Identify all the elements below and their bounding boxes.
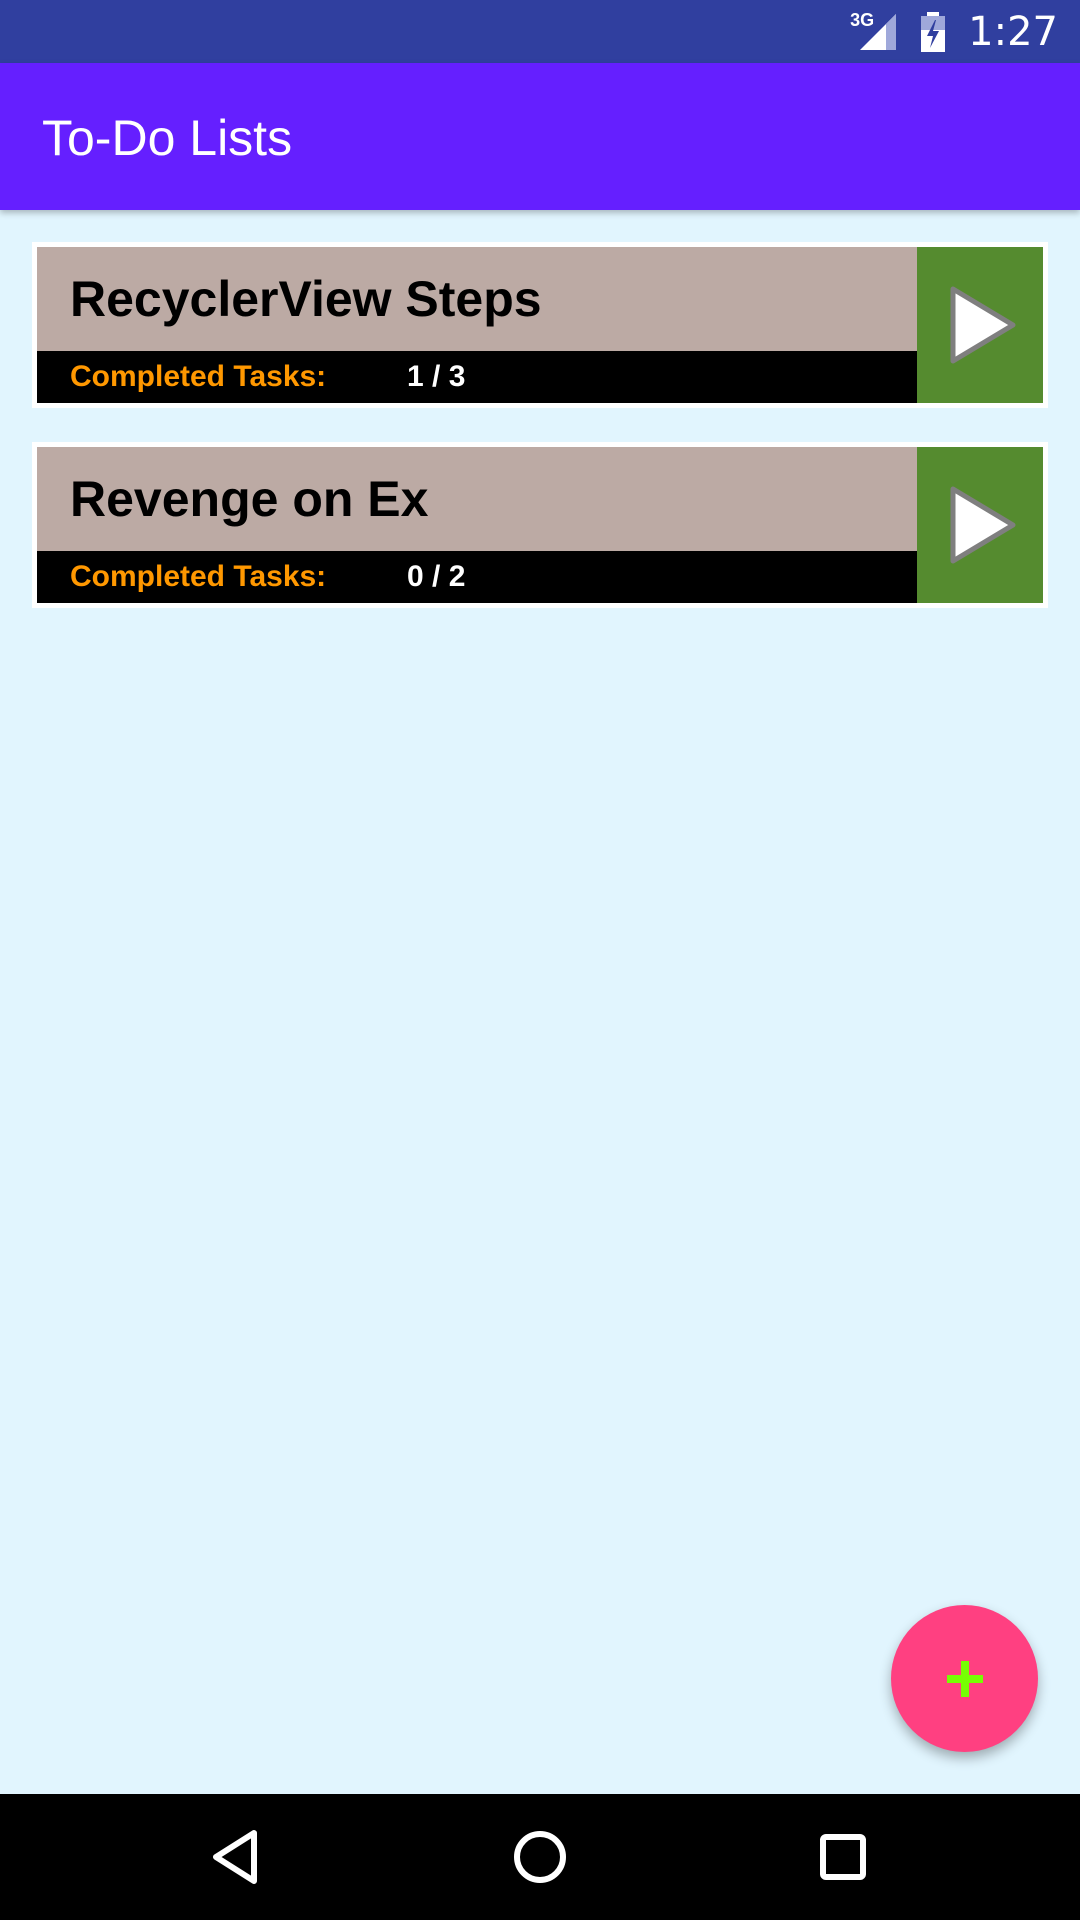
list-item-body[interactable]: Revenge on Ex Completed Tasks: 0 / 2 [37,447,917,603]
open-list-button[interactable] [917,447,1043,603]
play-icon [950,286,1016,364]
completed-tasks-value: 1 / 3 [407,360,466,393]
list-item-header: RecyclerView Steps [37,247,917,351]
completed-tasks-label: Completed Tasks: [70,560,327,593]
play-icon [950,486,1016,564]
home-button[interactable] [505,1822,575,1892]
add-list-button[interactable] [891,1605,1038,1752]
clock: 1:27 [968,8,1058,55]
recents-button[interactable] [808,1822,878,1892]
back-button[interactable] [200,1822,270,1892]
list-item[interactable]: Revenge on Ex Completed Tasks: 0 / 2 [32,442,1048,608]
list-item-title: Revenge on Ex [70,471,429,527]
app-bar: To-Do Lists [0,63,1080,210]
navigation-bar [0,1794,1080,1920]
home-icon [514,1831,566,1883]
list-item-stats: Completed Tasks: 0 / 2 [37,551,917,603]
list-item[interactable]: RecyclerView Steps Completed Tasks: 1 / … [32,242,1048,408]
status-icons: 3G 1:27 [850,0,1058,63]
page-title: To-Do Lists [42,110,293,166]
back-icon [213,1830,257,1884]
open-list-button[interactable] [917,247,1043,403]
recents-icon [820,1834,866,1880]
completed-tasks-label: Completed Tasks: [70,360,327,393]
list-item-title: RecyclerView Steps [70,271,542,327]
completed-tasks-value: 0 / 2 [407,560,466,593]
battery-icon [921,11,946,52]
signal-icon [860,13,897,50]
list-item-body[interactable]: RecyclerView Steps Completed Tasks: 1 / … [37,247,917,403]
plus-icon [946,1660,983,1697]
list-item-header: Revenge on Ex [37,447,917,551]
todo-list: RecyclerView Steps Completed Tasks: 1 / … [32,242,1048,642]
list-item-stats: Completed Tasks: 1 / 3 [37,351,917,403]
status-bar: 3G 1:27 [0,0,1080,63]
network-indicator: 3G [850,10,898,52]
